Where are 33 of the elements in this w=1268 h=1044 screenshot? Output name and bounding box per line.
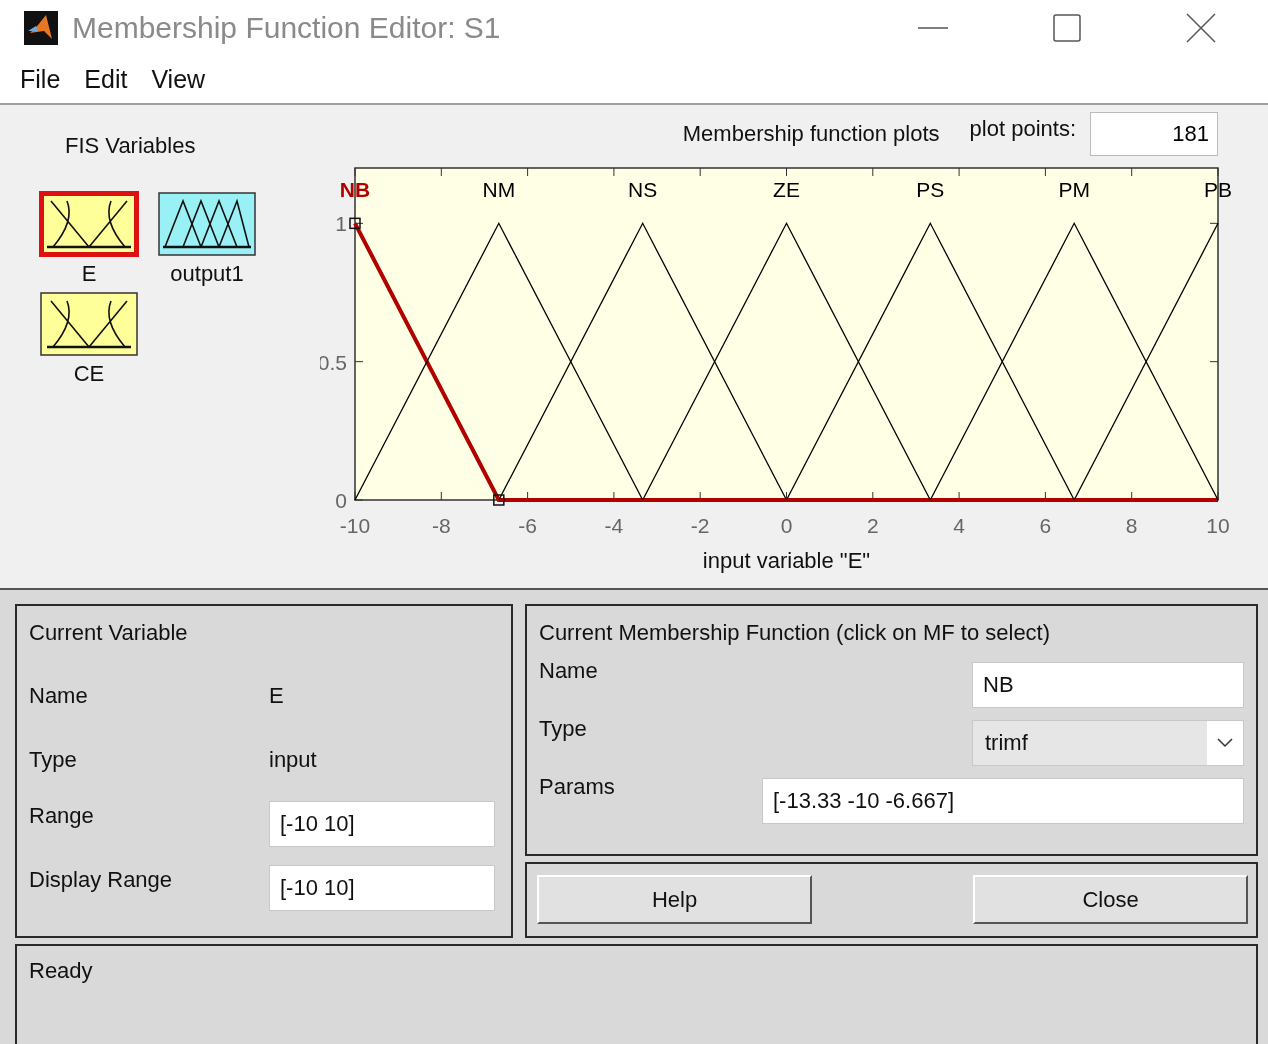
field-label: Range (29, 803, 95, 829)
field-label: Type (29, 747, 78, 773)
status-text: Ready (29, 958, 93, 983)
variable-label: output1 (170, 261, 244, 287)
field-value: input (269, 747, 317, 773)
field-label: Type (539, 716, 587, 742)
panel-title: Current Variable (29, 620, 188, 646)
tick-label: -4 (604, 514, 624, 537)
tick-label: 2 (866, 514, 879, 537)
tick-label: -10 (339, 514, 371, 537)
variable-label: CE (73, 361, 105, 387)
field-value: E (269, 683, 284, 709)
tick-label: -6 (518, 514, 537, 537)
variable-label: E (81, 261, 97, 287)
section-title: FIS Variables (65, 133, 196, 159)
tick-label: 10 (1206, 514, 1230, 537)
tick-label: 6 (1039, 514, 1052, 537)
plot-points-label: plot points: (969, 116, 1076, 142)
field-label: Display Range (29, 867, 174, 893)
tick-label: -8 (431, 514, 451, 537)
tick-label: -2 (690, 514, 710, 537)
tick-label: 0 (780, 514, 793, 537)
tick-label: 4 (953, 514, 965, 537)
tick-label: 8 (1125, 514, 1138, 537)
window-title: Membership Function Editor: S1 (72, 10, 502, 45)
panel-title: Current Membership Function (click on MF to select) (539, 620, 1051, 646)
field-label: Name (539, 658, 598, 684)
field-label: Name (29, 683, 89, 709)
tick-label: 0 (335, 489, 347, 512)
field-label: Params (539, 774, 615, 800)
tick-label: 1 (335, 212, 347, 236)
plot-title: Membership function plots (682, 121, 940, 147)
axis-label: input variable "E" (702, 548, 871, 573)
